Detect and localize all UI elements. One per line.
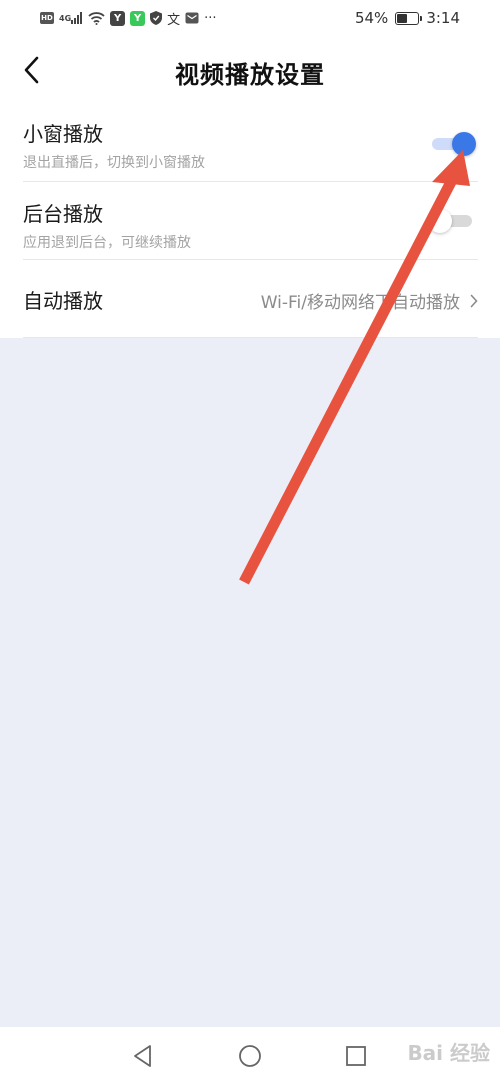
divider: [23, 181, 478, 182]
mini-window-title: 小窗播放: [23, 122, 103, 146]
toggle-knob: [428, 209, 452, 233]
toggle-knob: [452, 132, 476, 156]
divider: [23, 259, 478, 260]
autoplay-value-text: Wi-Fi/移动网络下自动播放: [260, 293, 460, 313]
battery-percent: 54%: [354, 9, 389, 27]
back-triangle-icon: [134, 1045, 151, 1067]
header: 视频播放设置: [0, 45, 500, 97]
status-icons-right: 54% 3:14: [355, 8, 460, 28]
mail-icon: [185, 12, 199, 24]
status-bar: HD 4G Y Y 文 ··· 54% 3:14: [0, 0, 500, 38]
nav-home-button[interactable]: [237, 1043, 263, 1069]
mini-window-subtitle: 退出直播后，切换到小窗播放: [23, 155, 205, 171]
setting-row-mini-window: 小窗播放 退出直播后，切换到小窗播放: [23, 118, 478, 172]
shield-icon: [150, 11, 163, 25]
app-notification-icon: Y: [110, 10, 126, 26]
chevron-right-icon: [470, 294, 478, 307]
background-play-title: 后台播放: [23, 202, 103, 226]
baidu-watermark: Bai 经验: [407, 1041, 490, 1065]
app-notification-icon: Y: [130, 10, 146, 26]
more-icon: ···: [204, 10, 217, 26]
battery-level: [397, 13, 408, 23]
mini-window-toggle[interactable]: [430, 132, 476, 156]
page-title: 视频播放设置: [175, 61, 325, 89]
text-icon: 文: [167, 12, 181, 28]
status-icons-left: HD 4G Y Y 文 ···: [40, 9, 217, 28]
setting-row-background: 后台播放 应用退到后台，可继续播放: [23, 198, 478, 252]
divider: [23, 337, 478, 338]
hd-icon: HD: [40, 12, 54, 24]
nav-back-button[interactable]: [130, 1043, 156, 1069]
background-play-subtitle: 应用退到后台，可继续播放: [23, 235, 191, 251]
background-play-toggle[interactable]: [428, 209, 474, 233]
clock: 3:14: [426, 9, 460, 27]
recents-square-icon: [346, 1046, 366, 1066]
wifi-icon: [88, 11, 105, 25]
nav-recents-button[interactable]: [343, 1043, 369, 1069]
signal-icon: 4G: [59, 12, 83, 24]
battery-icon: [395, 11, 423, 25]
home-circle-icon: [239, 1045, 261, 1067]
autoplay-value[interactable]: Wi-Fi/移动网络下自动播放: [261, 288, 478, 313]
